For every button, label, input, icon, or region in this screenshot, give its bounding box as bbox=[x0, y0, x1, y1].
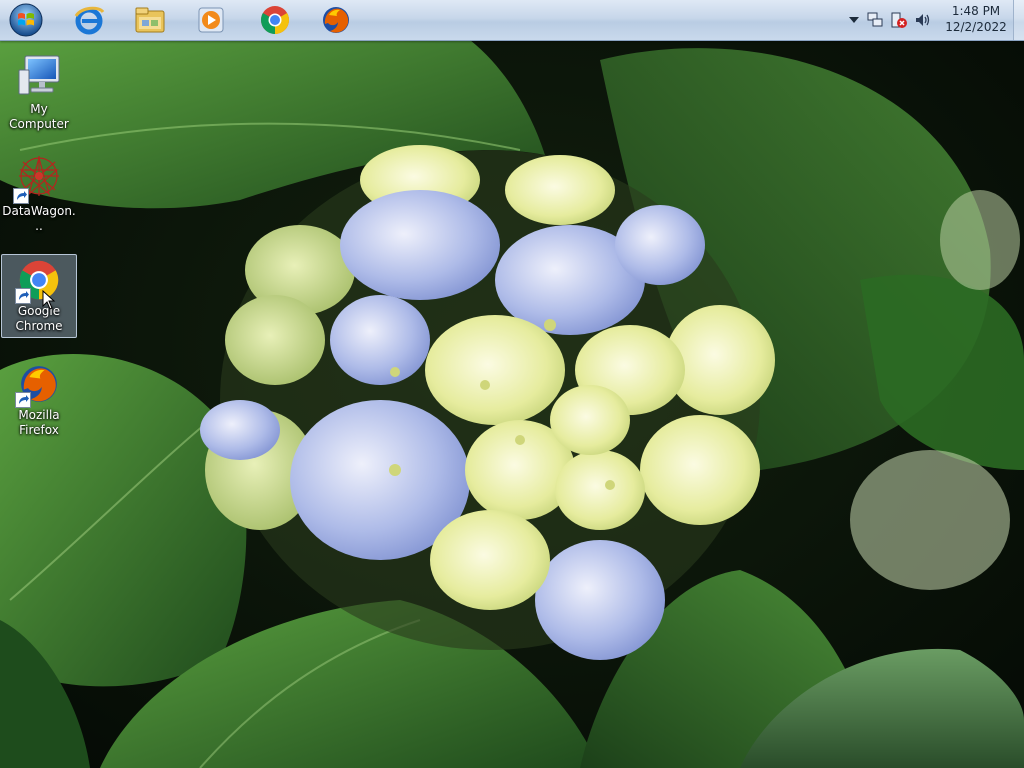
taskbar-internet-explorer[interactable] bbox=[63, 2, 115, 38]
taskbar-media-player[interactable] bbox=[185, 2, 237, 38]
chevron-up-icon[interactable] bbox=[846, 12, 862, 28]
system-tray: 1:48 PM 12/2/2022 bbox=[824, 0, 1024, 40]
media-player-icon bbox=[198, 7, 224, 33]
clock-date: 12/2/2022 bbox=[945, 20, 1007, 34]
start-button[interactable] bbox=[3, 1, 49, 39]
folder-icon bbox=[135, 7, 165, 33]
volume-icon[interactable] bbox=[914, 11, 932, 29]
shortcut-arrow-icon bbox=[15, 392, 31, 408]
taskbar-file-explorer[interactable] bbox=[124, 2, 176, 38]
windows-orb-icon bbox=[9, 3, 43, 37]
network-icon[interactable] bbox=[866, 11, 884, 29]
desktop-icon-google-chrome[interactable]: Google Chrome bbox=[1, 254, 77, 338]
firefox-icon bbox=[323, 7, 349, 33]
computer-icon bbox=[15, 52, 63, 100]
desktop-icon-label: DataWagon... bbox=[2, 204, 76, 233]
datawagon-icon bbox=[13, 154, 63, 204]
taskbar: 1:48 PM 12/2/2022 bbox=[0, 0, 1024, 41]
taskbar-google-chrome[interactable] bbox=[249, 2, 301, 38]
desktop-icon-label: My Computer bbox=[9, 102, 69, 131]
shortcut-arrow-icon bbox=[15, 288, 31, 304]
desktop-icon-label: Google Chrome bbox=[15, 304, 63, 333]
mouse-cursor-icon bbox=[42, 290, 56, 310]
chrome-icon bbox=[261, 6, 289, 34]
desktop-icon-datawagon[interactable]: DataWagon... bbox=[1, 150, 77, 239]
taskbar-mozilla-firefox[interactable] bbox=[310, 2, 362, 38]
shortcut-arrow-icon bbox=[13, 188, 29, 204]
ie-icon bbox=[74, 6, 105, 35]
clock[interactable]: 1:48 PM 12/2/2022 bbox=[938, 3, 1014, 37]
show-desktop-button[interactable] bbox=[1013, 0, 1024, 40]
firefox-icon bbox=[15, 362, 61, 408]
desktop-icon-mozilla-firefox[interactable]: Mozilla Firefox bbox=[1, 358, 77, 443]
clock-time: 1:48 PM bbox=[951, 4, 1001, 18]
desktop-icon-my-computer[interactable]: My Computer bbox=[1, 48, 77, 137]
desktop-icon-label: Mozilla Firefox bbox=[18, 408, 60, 437]
desktop-wallpaper bbox=[0, 0, 1024, 768]
action-center-icon[interactable] bbox=[890, 11, 908, 29]
